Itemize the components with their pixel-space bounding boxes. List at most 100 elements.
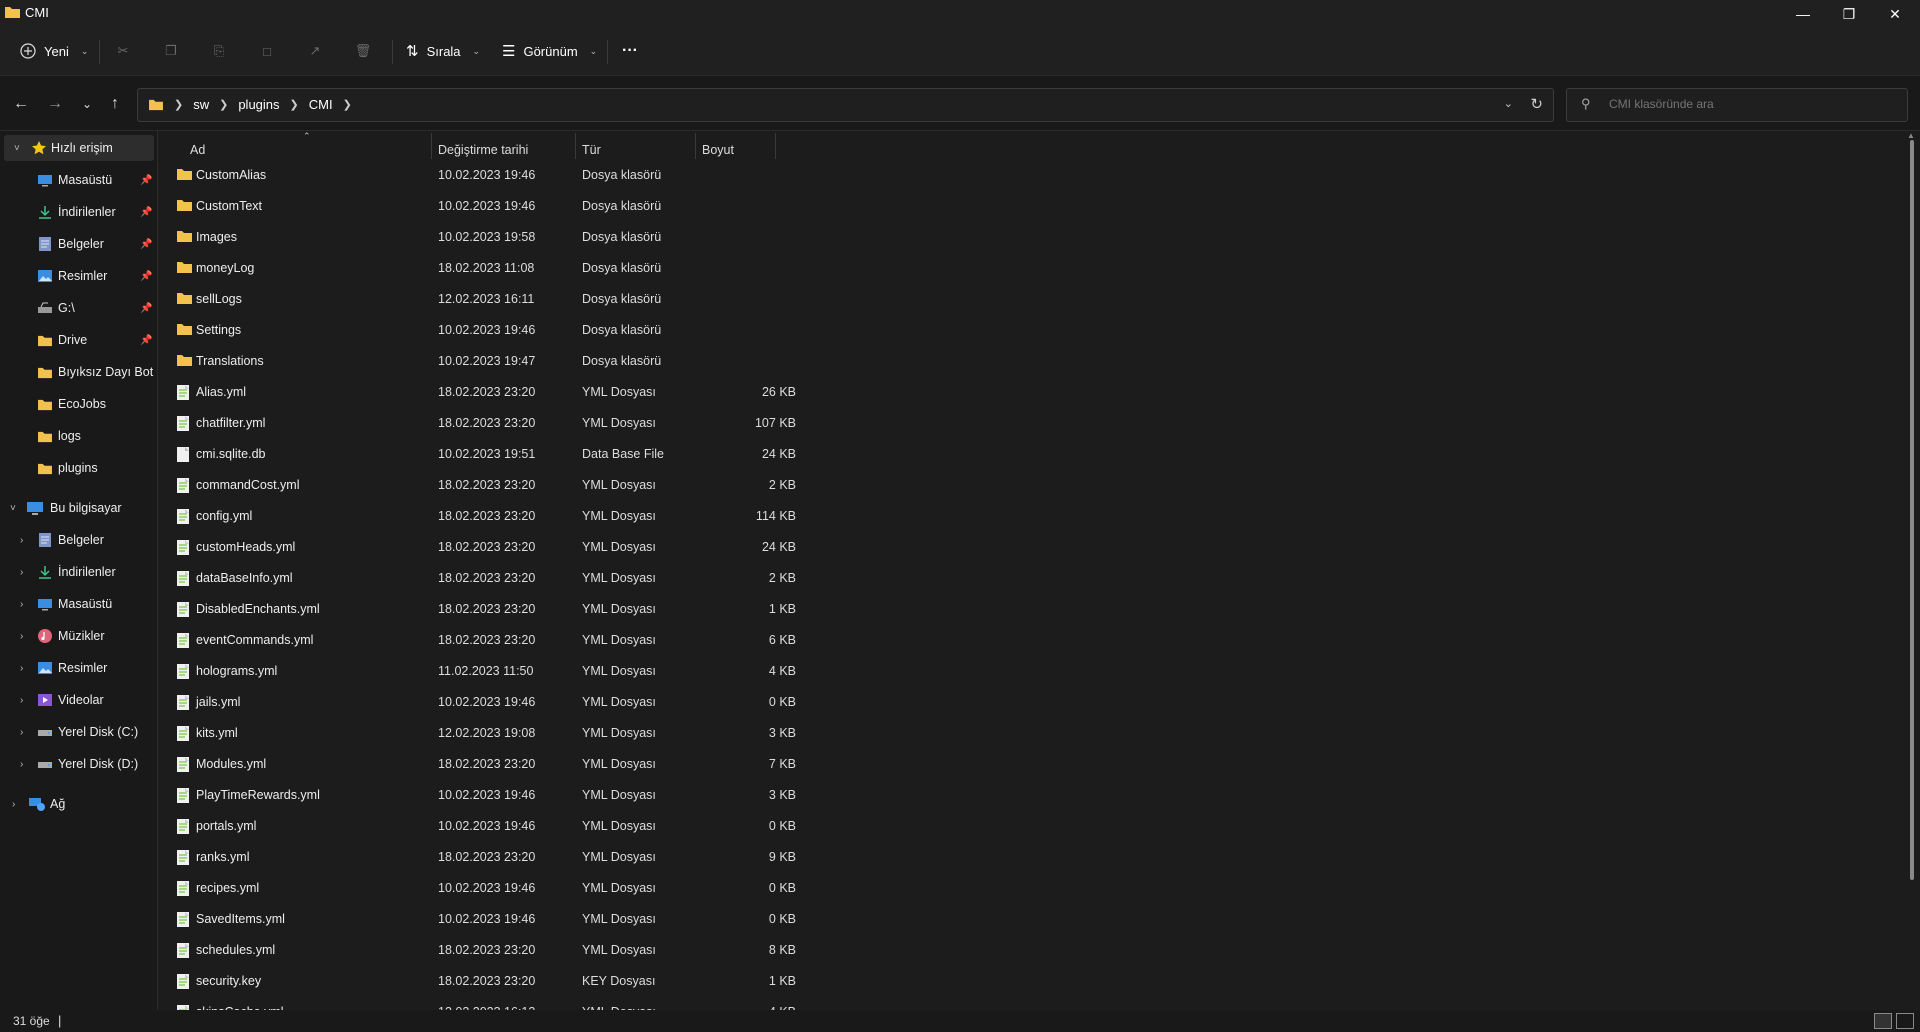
restore-button[interactable]: ❐ [1826,0,1872,28]
share-icon[interactable]: ↗ [304,40,326,62]
address-dropdown-icon[interactable]: ⌄ [1504,97,1513,110]
sidebar-item-quick-1[interactable]: İndirilenler 📌 [0,199,155,225]
sidebar-item-pc-2[interactable]: › Masaüstü [0,591,155,617]
file-row[interactable]: Alias.yml 18.02.2023 23:20 YML Dosyası 26 K… [176,377,936,408]
file-row[interactable]: kits.yml 12.02.2023 19:08 YML Dosyası 3 KB [176,718,936,749]
plus-circle-icon [20,43,36,59]
chevron-right-icon[interactable]: › [20,695,23,706]
file-row[interactable]: Modules.yml 18.02.2023 23:20 YML Dosyası 7 … [176,749,936,780]
file-row[interactable]: Settings 10.02.2023 19:46 Dosya klasörü [176,315,936,346]
chevron-right-icon[interactable]: › [20,663,23,674]
rename-icon[interactable]: □ [256,40,278,62]
file-date: 18.02.2023 23:20 [438,633,536,647]
chevron-right-icon[interactable]: › [20,727,23,738]
sidebar-item-quick-4[interactable]: G:\ 📌 [0,295,155,321]
sidebar-item-quick-9[interactable]: plugins [0,455,155,481]
file-row[interactable]: jails.yml 10.02.2023 19:46 YML Dosyası 0 KB [176,687,936,718]
details-view-button[interactable] [1874,1013,1892,1029]
chevron-down-icon[interactable]: ˅ [10,503,16,514]
vertical-scrollbar[interactable] [1910,140,1914,880]
chevron-right-icon[interactable]: › [12,799,15,810]
file-name: config.yml [196,509,253,523]
breadcrumb-cmi[interactable]: CMI [309,97,333,112]
sidebar-item-pc-6[interactable]: › Yerel Disk (C:) [0,719,155,745]
file-row[interactable]: customHeads.yml 18.02.2023 23:20 YML Dosya… [176,532,936,563]
chevron-right-icon[interactable]: › [20,759,23,770]
scroll-up-arrow-icon[interactable]: ▲ [1907,131,1915,140]
file-row[interactable]: config.yml 18.02.2023 23:20 YML Dosyası 114… [176,501,936,532]
cut-icon[interactable]: ✂ [112,40,134,62]
sidebar-item-pc-0[interactable]: › Belgeler [0,527,155,553]
file-date: 10.02.2023 19:46 [438,881,536,895]
address-bar[interactable]: ❯ sw ❯ plugins ❯ CMI ❯ ⌄ ↻ [137,88,1554,122]
file-row[interactable]: SavedItems.yml 10.02.2023 19:46 YML Dosyas… [176,904,936,935]
sidebar-this-pc[interactable]: ˅ Bu bilgisayar [0,495,155,521]
sidebar-item-quick-3[interactable]: Resimler 📌 [0,263,155,289]
sidebar-quick-access[interactable]: ˅ Hızlı erişim [4,135,154,161]
column-header-type[interactable]: Tür [582,133,702,161]
file-row[interactable]: ranks.yml 18.02.2023 23:20 YML Dosyası 9 KB [176,842,936,873]
paste-icon[interactable]: ⎘ [208,40,230,62]
file-row[interactable]: Images 10.02.2023 19:58 Dosya klasörü [176,222,936,253]
file-row[interactable]: chatfilter.yml 18.02.2023 23:20 YML Dosyas… [176,408,936,439]
file-row[interactable]: CustomAlias 10.02.2023 19:46 Dosya klasörü [176,160,936,191]
sidebar-item-quick-7[interactable]: EcoJobs [0,391,155,417]
forward-arrow-icon[interactable]: → [45,94,65,114]
column-header-name[interactable]: Ad [190,133,450,161]
sidebar-item-quick-5[interactable]: Drive 📌 [0,327,155,353]
sidebar-network[interactable]: › Ağ [0,791,155,817]
up-arrow-icon[interactable]: ↑ [105,94,125,114]
delete-icon[interactable]: 🗑 [352,40,374,62]
chevron-right-icon[interactable]: › [20,599,23,610]
file-row[interactable]: sellLogs 12.02.2023 16:11 Dosya klasörü [176,284,936,315]
chevron-right-icon[interactable]: › [20,567,23,578]
file-row[interactable]: dataBaseInfo.yml 18.02.2023 23:20 YML Dosy… [176,563,936,594]
chevron-right-icon[interactable]: › [20,535,23,546]
search-input[interactable] [1607,96,1891,112]
sidebar-item-pc-7[interactable]: › Yerel Disk (D:) [0,751,155,777]
large-icons-view-button[interactable] [1896,1013,1914,1029]
sidebar-item-pc-5[interactable]: › Videolar [0,687,155,713]
sidebar-item-pc-4[interactable]: › Resimler [0,655,155,681]
sidebar-item-quick-0[interactable]: Masaüstü 📌 [0,167,155,193]
file-row[interactable]: Translations 10.02.2023 19:47 Dosya klasör… [176,346,936,377]
search-box[interactable]: ⚲ [1566,88,1908,122]
file-row[interactable]: security.key 18.02.2023 23:20 KEY Dosyası 1… [176,966,936,997]
file-row[interactable]: PlayTimeRewards.yml 10.02.2023 19:46 YML D… [176,780,936,811]
file-row[interactable]: eventCommands.yml 18.02.2023 23:20 YML Dos… [176,625,936,656]
file-type: KEY Dosyası [582,974,656,988]
close-button[interactable]: ✕ [1872,0,1918,28]
file-row[interactable]: portals.yml 10.02.2023 19:46 YML Dosyası 0 … [176,811,936,842]
breadcrumb-sw[interactable]: sw [193,97,209,112]
file-row[interactable]: schedules.yml 18.02.2023 23:20 YML Dosyası… [176,935,936,966]
sidebar-item-pc-3[interactable]: › Müzikler [0,623,155,649]
recent-locations-chevron-icon[interactable]: ⌄ [77,94,97,114]
column-header-size[interactable]: Boyut [702,133,772,161]
chevron-right-icon[interactable]: › [20,631,23,642]
back-arrow-icon[interactable]: ← [11,94,31,114]
sort-button[interactable]: ⇅ Sırala ⌄ [406,36,480,66]
view-button[interactable]: ☰ Görünüm ⌄ [502,36,597,66]
file-row[interactable]: holograms.yml 11.02.2023 11:50 YML Dosyası… [176,656,936,687]
file-row[interactable]: cmi.sqlite.db 10.02.2023 19:51 Data Base F… [176,439,936,470]
column-header-date[interactable]: Değiştirme tarihi [438,133,578,161]
chevron-down-icon[interactable]: ˅ [14,143,20,154]
refresh-icon[interactable]: ↻ [1530,95,1543,113]
file-row[interactable]: commandCost.yml 18.02.2023 23:20 YML Dosya… [176,470,936,501]
yml-file-icon [176,973,193,990]
new-button[interactable]: Yeni ⌄ [20,36,88,66]
file-date: 12.02.2023 16:11 [438,292,535,306]
file-row[interactable]: moneyLog 18.02.2023 11:08 Dosya klasörü [176,253,936,284]
sidebar-item-label: plugins [58,461,98,475]
sidebar-item-quick-6[interactable]: Bıyıksız Dayı Bot [0,359,155,385]
minimize-button[interactable]: — [1780,0,1826,28]
file-row[interactable]: CustomText 10.02.2023 19:46 Dosya klasörü [176,191,936,222]
sidebar-item-pc-1[interactable]: › İndirilenler [0,559,155,585]
file-row[interactable]: DisabledEnchants.yml 18.02.2023 23:20 YML … [176,594,936,625]
copy-icon[interactable]: ❐ [160,40,182,62]
sidebar-item-quick-8[interactable]: logs [0,423,155,449]
sidebar-item-quick-2[interactable]: Belgeler 📌 [0,231,155,257]
breadcrumb-plugins[interactable]: plugins [238,97,279,112]
more-options-button[interactable]: ··· [622,36,638,66]
file-row[interactable]: recipes.yml 10.02.2023 19:46 YML Dosyası 0 … [176,873,936,904]
